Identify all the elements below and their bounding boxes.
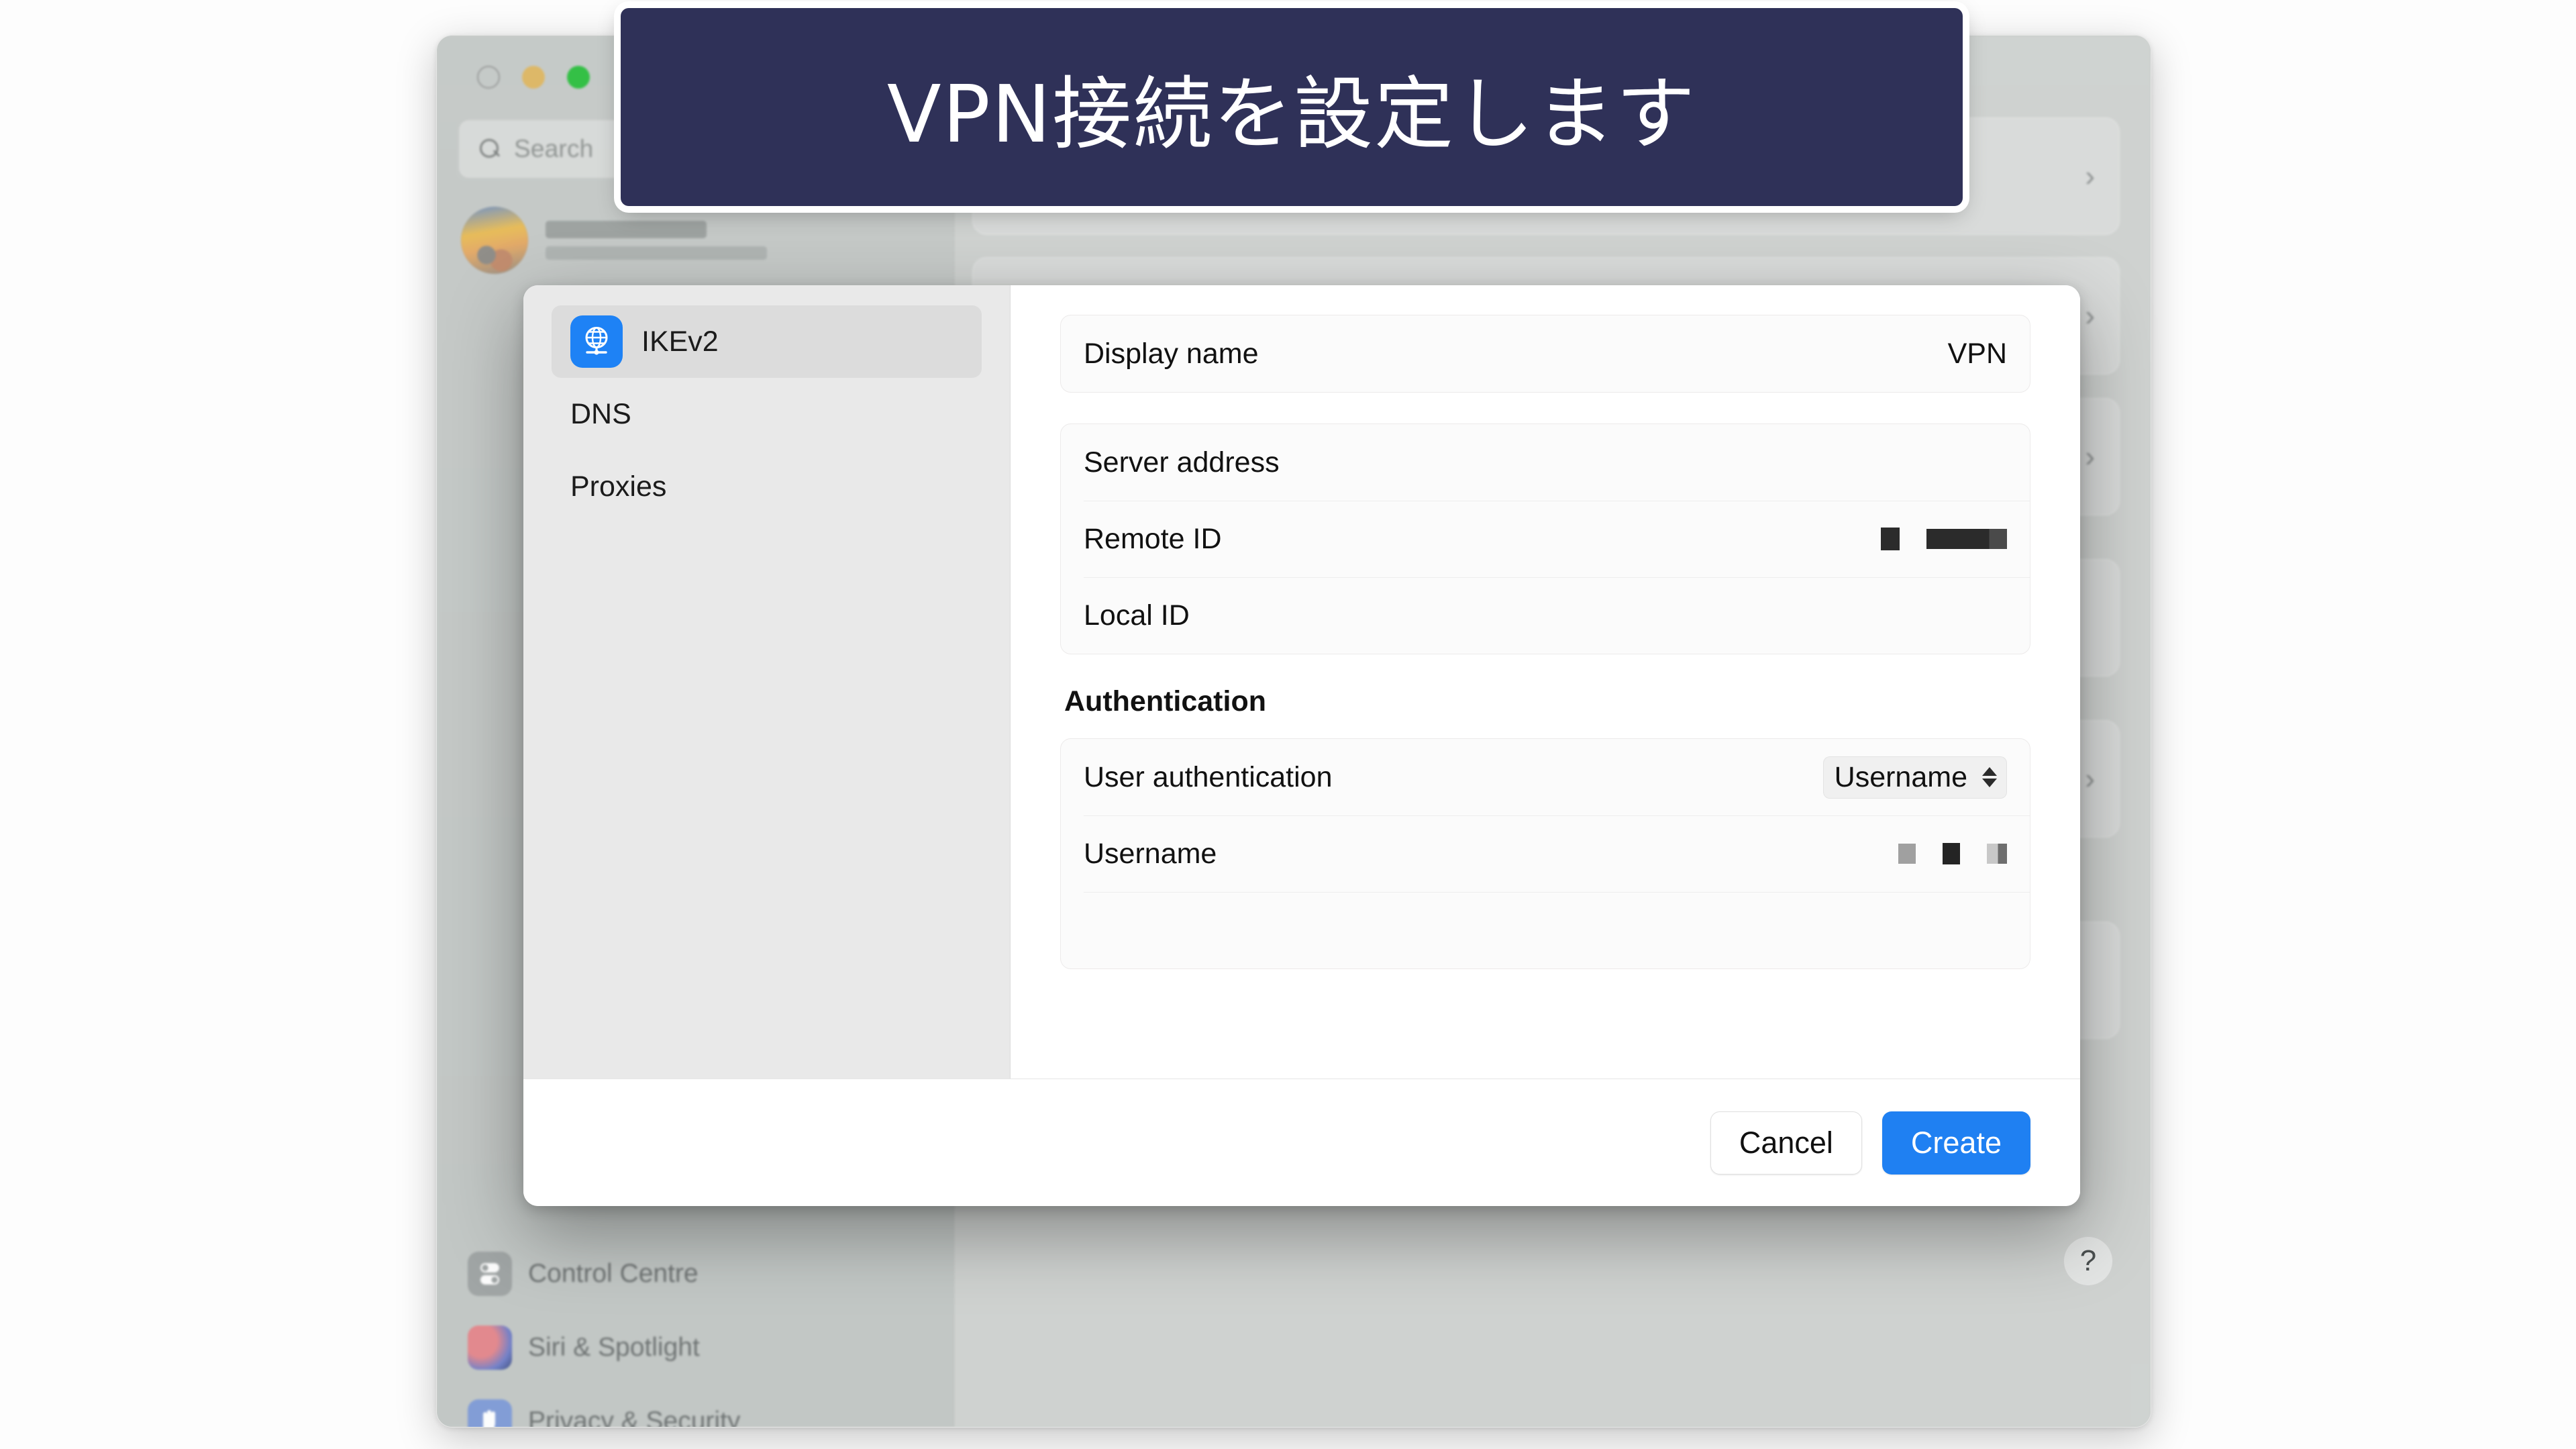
user-authentication-select[interactable]: Username — [1822, 756, 2007, 799]
account-row[interactable] — [461, 207, 767, 274]
field-display-name[interactable]: Display name VPN — [1061, 315, 2030, 392]
field-label: User authentication — [1084, 760, 1333, 793]
field-label: Display name — [1084, 337, 1259, 370]
section-title-authentication: Authentication — [1064, 685, 1266, 717]
hand-icon — [468, 1399, 512, 1427]
window-controls[interactable] — [477, 66, 590, 89]
connection-card: Server address Remote ID Local ID — [1060, 423, 2030, 654]
sheet-sidebar-item-ikev2[interactable]: IKEv2 — [552, 305, 982, 378]
field-value: VPN — [1947, 337, 2007, 370]
vpn-configuration-sheet: IKEv2 DNS Proxies Display name VPN Serve… — [523, 285, 2080, 1206]
sheet-body: IKEv2 DNS Proxies Display name VPN Serve… — [523, 285, 2080, 1079]
create-button[interactable]: Create — [1882, 1111, 2030, 1175]
sheet-sidebar: IKEv2 DNS Proxies — [523, 285, 1011, 1079]
redaction-block — [1943, 843, 1960, 864]
sidebar-bottom-list: Control Centre Siri & Spotlight Privacy … — [453, 1237, 949, 1428]
siri-icon — [468, 1326, 512, 1370]
redaction-block — [1926, 529, 2007, 549]
search-placeholder: Search — [514, 135, 594, 162]
field-user-authentication[interactable]: User authentication Username — [1061, 739, 2030, 815]
sidebar-item-label: Privacy & Security — [528, 1407, 741, 1428]
sidebar-item-control-centre[interactable]: Control Centre — [453, 1237, 949, 1311]
redaction-block — [1987, 844, 2007, 864]
field-server-address[interactable]: Server address — [1061, 424, 2030, 501]
authentication-card: User authentication Username Username — [1060, 738, 2030, 969]
field-value-redacted — [1898, 843, 2007, 864]
account-name — [546, 221, 707, 238]
field-label: Server address — [1084, 446, 1280, 479]
field-value-redacted — [1881, 528, 2007, 550]
chevron-right-icon: › — [2085, 440, 2095, 473]
sheet-sidebar-item-dns[interactable]: DNS — [552, 378, 982, 450]
screenshot-root: Search Control Centre Siri & Spotlight P… — [0, 0, 2576, 1449]
sidebar-item-siri-spotlight[interactable]: Siri & Spotlight — [453, 1311, 949, 1385]
sheet-sidebar-item-proxies[interactable]: Proxies — [552, 450, 982, 523]
account-subtitle — [546, 246, 767, 260]
field-label: Remote ID — [1084, 522, 1222, 555]
field-local-id[interactable]: Local ID — [1061, 577, 2030, 654]
sheet-sidebar-label: DNS — [570, 397, 631, 430]
field-remote-id[interactable]: Remote ID — [1061, 501, 2030, 577]
field-username[interactable]: Username — [1061, 815, 2030, 892]
minimize-window-button[interactable] — [522, 66, 545, 89]
sheet-footer: Cancel Create — [523, 1079, 2080, 1206]
caption-text: VPN接続を設定します — [886, 68, 1697, 160]
field-label: Username — [1084, 837, 1217, 870]
zoom-window-button[interactable] — [567, 66, 590, 89]
cancel-button[interactable]: Cancel — [1710, 1111, 1862, 1175]
sheet-form: Display name VPN Server address Remote I… — [1011, 285, 2080, 1079]
control-centre-icon — [468, 1252, 512, 1296]
close-window-button[interactable] — [477, 66, 500, 89]
sheet-sidebar-label: IKEv2 — [641, 325, 719, 358]
sheet-sidebar-label: Proxies — [570, 470, 667, 503]
field-password-partial[interactable] — [1061, 892, 2030, 968]
redaction-block — [1898, 844, 1916, 864]
vpn-globe-icon — [570, 315, 623, 368]
redaction-block — [1881, 528, 1900, 550]
sidebar-item-privacy-security[interactable]: Privacy & Security — [453, 1385, 949, 1428]
field-label: Local ID — [1084, 599, 1190, 632]
help-button[interactable]: ? — [2063, 1236, 2113, 1286]
sidebar-item-label: Siri & Spotlight — [528, 1333, 700, 1362]
select-value: Username — [1834, 760, 1967, 793]
sidebar-item-label: Control Centre — [528, 1259, 699, 1288]
chevron-right-icon: › — [2085, 159, 2095, 193]
chevron-right-icon: › — [2085, 299, 2095, 332]
chevron-right-icon: › — [2085, 762, 2095, 795]
display-name-card: Display name VPN — [1060, 315, 2030, 393]
account-name-block — [546, 221, 767, 260]
avatar — [461, 207, 528, 274]
chevron-updown-icon — [1979, 767, 2000, 787]
caption-banner: VPN接続を設定します — [621, 8, 1963, 206]
search-icon — [479, 138, 501, 160]
